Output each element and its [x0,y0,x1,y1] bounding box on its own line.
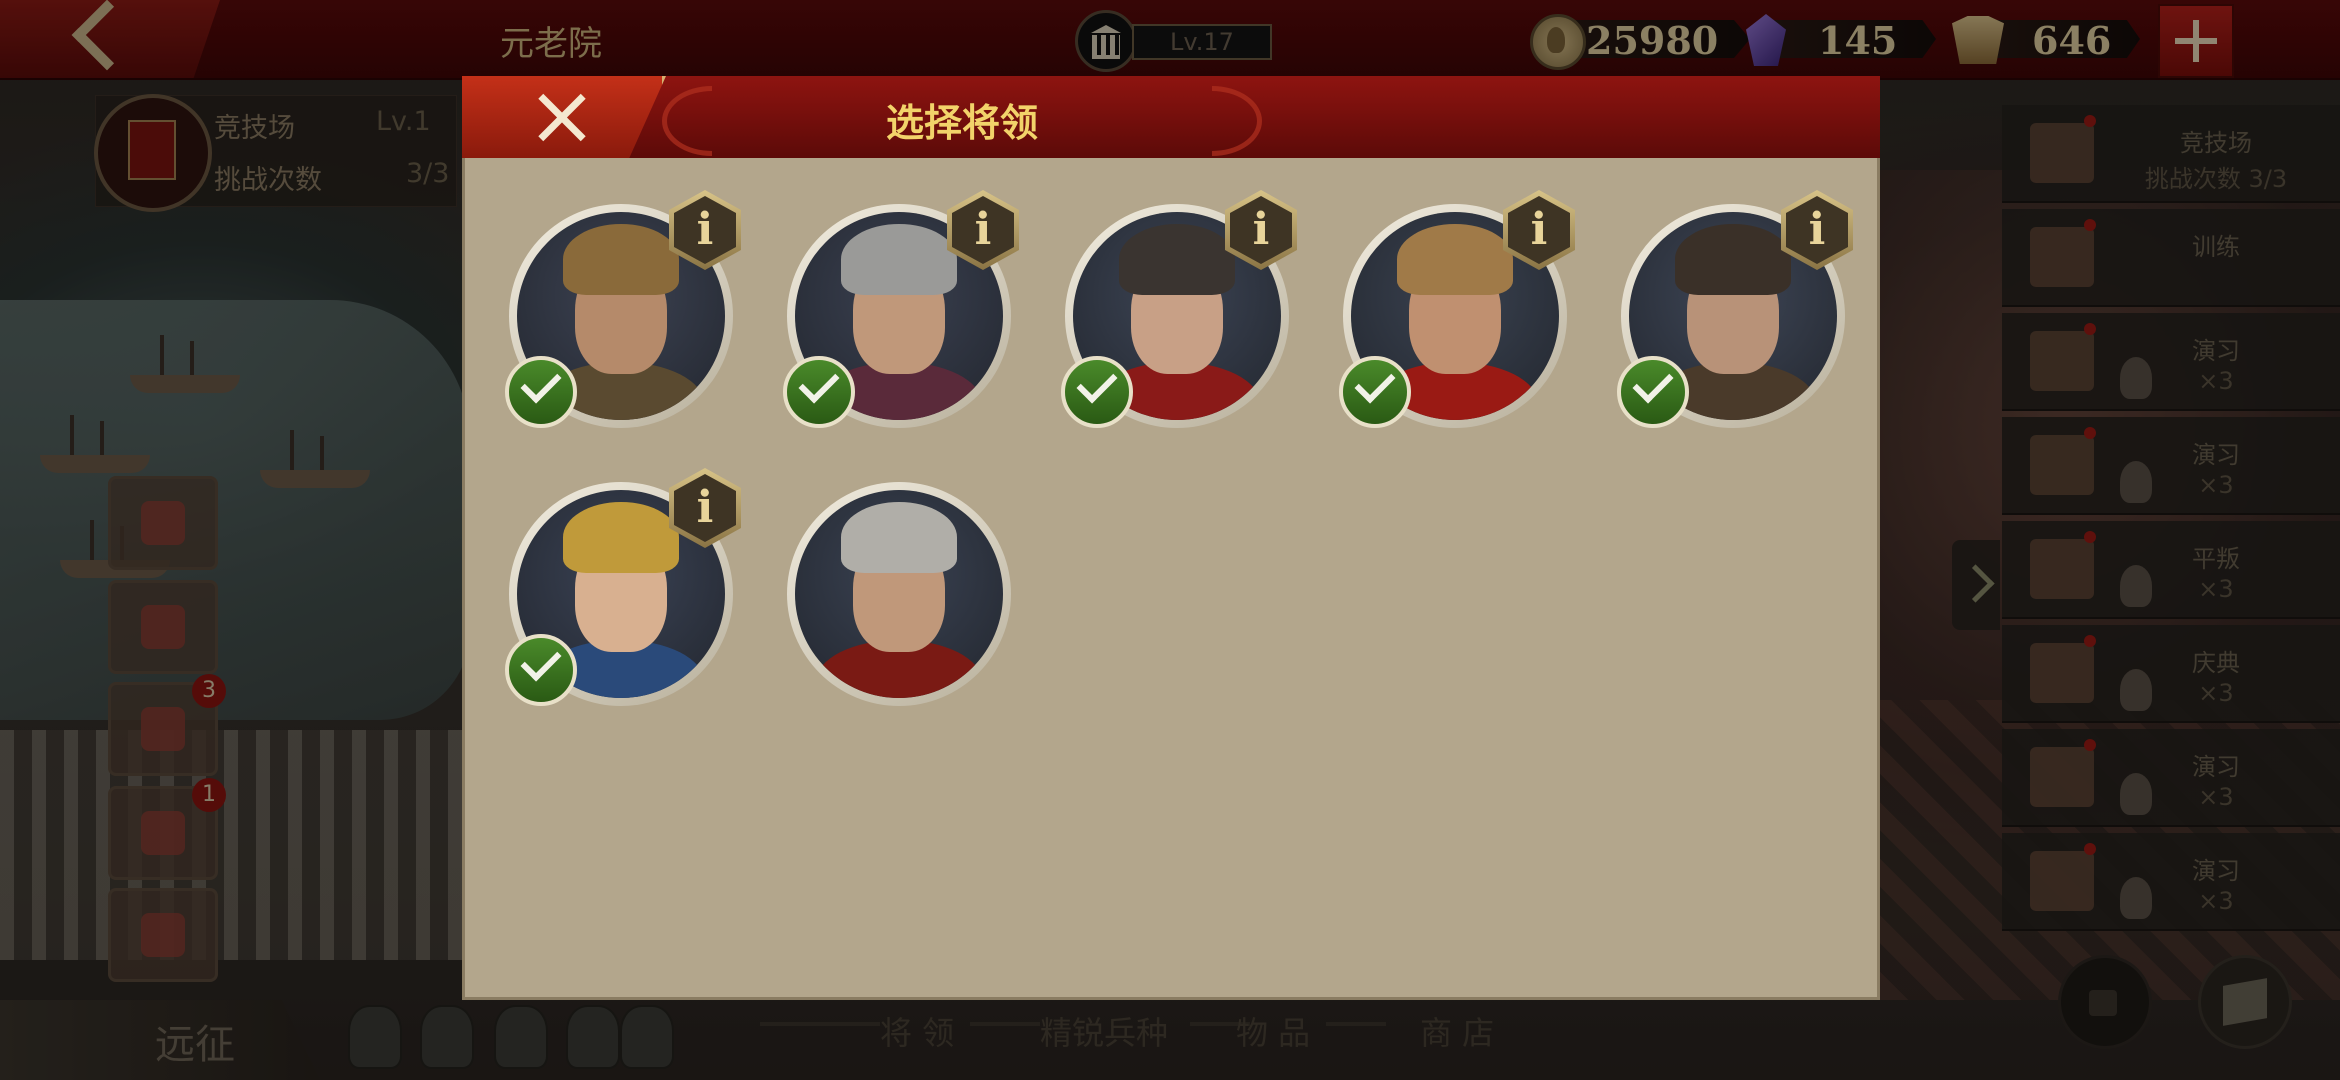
general-card[interactable]: i [1061,190,1297,434]
general-card[interactable]: i [783,190,1019,434]
general-card[interactable]: i [505,468,741,712]
general-card[interactable]: i [1617,190,1853,434]
checkmark-icon [505,634,577,706]
select-general-modal: 选择将领 iiiiii [462,76,1880,1000]
modal-title: 选择将领 [885,101,1038,145]
general-card[interactable] [787,482,1017,712]
checkmark-icon [1061,356,1133,428]
checkmark-icon [783,356,855,428]
checkmark-icon [1339,356,1411,428]
general-card[interactable]: i [1339,190,1575,434]
modal-header: 选择将领 [462,76,1880,161]
general-portrait-frame [787,482,1011,706]
general-card[interactable]: i [505,190,741,434]
checkmark-icon [1617,356,1689,428]
laurel-icon [662,86,712,156]
general-portrait [795,490,1003,698]
checkmark-icon [505,356,577,428]
laurel-icon [1162,86,1262,156]
modal-body: iiiiii [462,158,1880,1000]
close-button[interactable] [462,76,666,158]
